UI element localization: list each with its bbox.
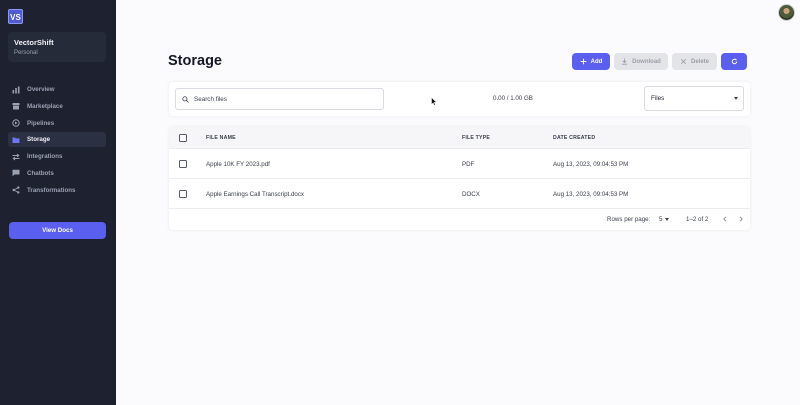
sidebar-item-marketplace[interactable]: Marketplace [8, 99, 106, 114]
folder-icon [12, 136, 20, 144]
previous-page-button[interactable] [721, 215, 729, 223]
sidebar-item-label: Chatbots [27, 169, 54, 177]
search-box[interactable] [175, 88, 384, 110]
file-name-cell: Apple Earnings Call Transcript.docx [206, 191, 305, 198]
file-name-cell: Apple 10K FY 2023.pdf [206, 161, 270, 168]
table-pagination: Rows per page: 5 1–2 of 2 [169, 210, 750, 230]
chevron-left-icon [723, 216, 727, 222]
sidebar-item-overview[interactable]: Overview [8, 82, 106, 97]
sidebar-item-integrations[interactable]: Integrations [8, 149, 106, 164]
sidebar-item-storage[interactable]: Storage [8, 132, 106, 148]
delete-button[interactable]: Delete [672, 53, 717, 70]
sidebar-item-transformations[interactable]: Transformations [8, 183, 106, 198]
plus-icon [580, 58, 586, 65]
file-type-select-value: Files [651, 95, 665, 102]
pipeline-icon [12, 119, 20, 127]
page-title: Storage [168, 53, 222, 69]
files-table: FILE NAME FILE TYPE DATE CREATED Apple 1… [169, 127, 750, 230]
table-row[interactable]: Apple 10K FY 2023.pdf PDF Aug 13, 2023, … [169, 149, 750, 179]
refresh-button[interactable] [721, 53, 747, 70]
download-button-label: Download [632, 58, 661, 65]
date-created-cell: Aug 13, 2023, 09:04:53 PM [553, 191, 629, 198]
sidebar-item-label: Marketplace [27, 102, 63, 110]
sidebar-item-label: Transformations [27, 186, 76, 194]
storage-toolbar: 0.00 / 1.00 GB Files [169, 82, 750, 116]
sidebar: VS VectorShift Personal Overview Marketp… [0, 0, 116, 405]
workspace-name: VectorShift [14, 38, 54, 47]
search-input[interactable] [194, 95, 374, 103]
sidebar-item-pipelines[interactable]: Pipelines [8, 116, 106, 131]
chevron-right-icon [739, 216, 743, 222]
add-button-label: Add [590, 58, 603, 65]
column-header-file-name[interactable]: FILE NAME [206, 135, 236, 141]
file-type-select[interactable]: Files [644, 86, 744, 111]
row-checkbox[interactable] [179, 190, 187, 198]
workspace-switcher[interactable]: VectorShift Personal [8, 32, 106, 62]
sidebar-item-label: Overview [27, 86, 55, 93]
select-all-checkbox[interactable] [179, 134, 187, 142]
table-header: FILE NAME FILE TYPE DATE CREATED [169, 127, 750, 149]
rows-per-page-label: Rows per page: [607, 216, 651, 223]
column-header-date-created[interactable]: DATE CREATED [553, 135, 595, 141]
avatar[interactable] [778, 4, 795, 21]
download-icon [622, 58, 628, 65]
workspace-plan: Personal [14, 50, 38, 56]
download-button[interactable]: Download [614, 53, 668, 70]
sidebar-item-label: Integrations [27, 153, 63, 161]
rows-per-page-select[interactable]: 5 [659, 216, 670, 223]
column-header-file-type[interactable]: FILE TYPE [462, 135, 490, 141]
sidebar-item-label: Pipelines [27, 119, 55, 127]
app-logo[interactable]: VS [8, 9, 23, 24]
search-icon [182, 95, 189, 103]
table-row[interactable]: Apple Earnings Call Transcript.docx DOCX… [169, 179, 750, 209]
mouse-pointer-icon [431, 97, 437, 106]
swap-icon [12, 153, 20, 161]
file-type-cell: PDF [462, 161, 475, 168]
bar-chart-icon [12, 86, 20, 94]
refresh-icon [731, 58, 737, 65]
store-icon [12, 102, 20, 110]
chevron-down-icon [734, 97, 738, 100]
rows-per-page-value: 5 [659, 216, 663, 223]
date-created-cell: Aug 13, 2023, 09:04:53 PM [553, 161, 629, 168]
pagination-range: 1–2 of 2 [686, 216, 709, 223]
add-button[interactable]: Add [572, 53, 610, 70]
sidebar-item-label: Storage [27, 136, 51, 144]
sidebar-nav: Overview Marketplace Pipelines Storage I… [8, 82, 106, 200]
chat-icon [12, 169, 20, 177]
next-page-button[interactable] [737, 215, 745, 223]
file-type-cell: DOCX [462, 191, 480, 198]
chevron-down-icon [665, 218, 670, 221]
sidebar-item-chatbots[interactable]: Chatbots [8, 166, 106, 181]
delete-button-label: Delete [690, 58, 709, 65]
row-checkbox[interactable] [179, 160, 187, 168]
close-icon [680, 59, 686, 64]
storage-usage: 0.00 / 1.00 GB [493, 95, 533, 102]
share-icon [12, 186, 20, 194]
view-docs-button[interactable]: View Docs [9, 222, 106, 239]
